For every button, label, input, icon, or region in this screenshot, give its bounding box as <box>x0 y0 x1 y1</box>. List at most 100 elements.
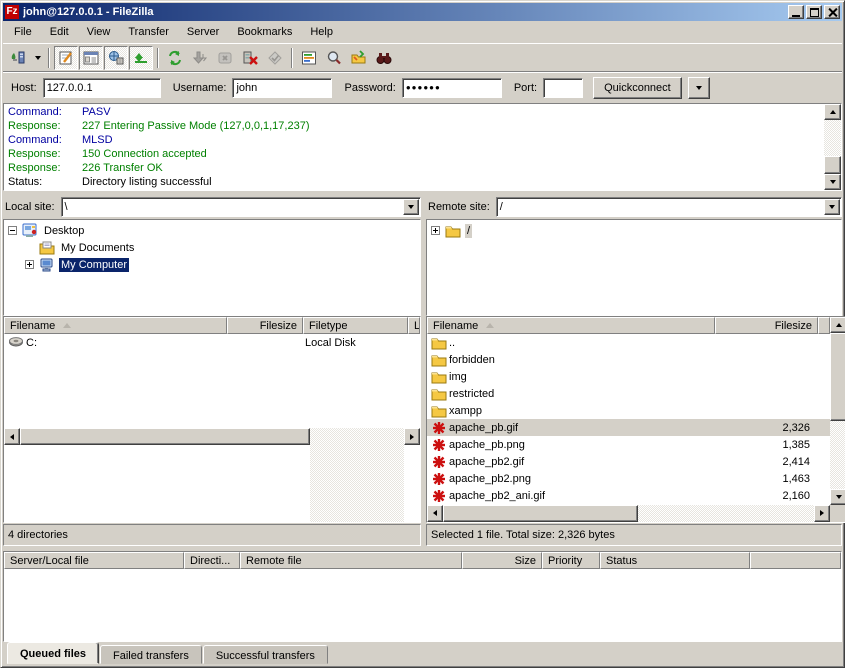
column-header-server-local-file[interactable]: Server/Local file <box>4 552 184 569</box>
menu-bookmarks[interactable]: Bookmarks <box>228 23 301 41</box>
queue-header: Server/Local file Directi... Remote file… <box>4 552 841 569</box>
column-header-priority[interactable]: Priority <box>542 552 600 569</box>
scroll-right-button[interactable] <box>404 428 420 445</box>
local-tree[interactable]: Desktop My Documents My Computer <box>3 219 421 316</box>
column-header-direction[interactable]: Directi... <box>184 552 240 569</box>
scroll-thumb[interactable] <box>443 505 638 522</box>
local-site-combo-button[interactable] <box>403 199 419 215</box>
file-row[interactable]: restricted <box>427 385 830 402</box>
synchronized-browsing-button[interactable] <box>372 46 396 70</box>
file-row[interactable]: apache_pb2.png 1,463 <box>427 470 830 487</box>
toggle-queue-button[interactable] <box>129 46 153 70</box>
file-row[interactable]: .. <box>427 334 830 351</box>
column-header-remote-file[interactable]: Remote file <box>240 552 462 569</box>
menu-file[interactable]: File <box>5 23 41 41</box>
file-row[interactable]: forbidden <box>427 351 830 368</box>
local-list-rows[interactable]: C: Local Disk <box>4 334 420 428</box>
scroll-up-button[interactable] <box>830 317 845 333</box>
scroll-up-button[interactable] <box>824 104 841 120</box>
file-row[interactable]: apache_pb.png 1,385 <box>427 436 830 453</box>
scroll-thumb[interactable] <box>830 333 845 421</box>
column-header-last-modified[interactable]: L <box>408 317 420 334</box>
file-row[interactable]: apache_pb2_ani.gif 2,160 <box>427 487 830 504</box>
scroll-thumb[interactable] <box>20 428 310 445</box>
site-manager-button[interactable] <box>6 46 30 70</box>
process-queue-button[interactable] <box>188 46 212 70</box>
menu-help[interactable]: Help <box>301 23 342 41</box>
close-button[interactable] <box>824 5 840 19</box>
scroll-left-button[interactable] <box>427 505 443 522</box>
scroll-track[interactable] <box>638 505 814 523</box>
scroll-track[interactable] <box>310 428 404 522</box>
password-input[interactable] <box>402 78 502 98</box>
port-input[interactable] <box>543 78 583 98</box>
tree-item-desktop[interactable]: Desktop <box>4 222 420 239</box>
remote-list-hscrollbar[interactable] <box>427 505 830 523</box>
menu-server[interactable]: Server <box>178 23 228 41</box>
tab-successful-transfers[interactable]: Successful transfers <box>203 645 328 664</box>
scroll-track[interactable] <box>824 120 841 156</box>
file-row[interactable]: xampp <box>427 402 830 419</box>
username-input[interactable] <box>232 78 332 98</box>
maximize-button[interactable] <box>806 5 822 19</box>
column-header-filler <box>818 317 830 334</box>
refresh-button[interactable] <box>163 46 187 70</box>
remote-site-combo[interactable]: / <box>496 197 842 217</box>
message-log-scrollbar[interactable] <box>824 104 841 190</box>
expand-expander-icon[interactable] <box>25 260 34 269</box>
column-header-filename[interactable]: Filename <box>427 317 715 334</box>
disconnect-button[interactable] <box>238 46 262 70</box>
column-header-filename[interactable]: Filename <box>4 317 227 334</box>
message-log-text[interactable]: Command:PASV Response:227 Entering Passi… <box>4 104 824 190</box>
quickconnect-dropdown-button[interactable] <box>688 77 710 99</box>
minimize-button[interactable] <box>788 5 804 19</box>
menu-transfer[interactable]: Transfer <box>119 23 178 41</box>
queue-rows[interactable] <box>4 569 841 641</box>
scroll-left-button[interactable] <box>4 428 20 445</box>
remote-tree[interactable]: / <box>426 219 842 316</box>
filter-button[interactable] <box>297 46 321 70</box>
scroll-down-button[interactable] <box>830 489 845 505</box>
file-name: forbidden <box>449 354 495 366</box>
local-list-hscrollbar[interactable] <box>4 428 420 522</box>
collapse-expander-icon[interactable] <box>8 226 17 235</box>
local-site-combo[interactable]: \ <box>61 197 421 217</box>
quickconnect-button[interactable]: Quickconnect <box>593 77 682 99</box>
menu-edit[interactable]: Edit <box>41 23 78 41</box>
tab-queued-files[interactable]: Queued files <box>7 642 99 664</box>
folder-icon <box>431 387 447 401</box>
tab-failed-transfers[interactable]: Failed transfers <box>100 645 202 664</box>
file-row-c-drive[interactable]: C: Local Disk <box>4 334 420 351</box>
tree-item-root[interactable]: / <box>427 222 841 239</box>
remote-site-combo-button[interactable] <box>824 199 840 215</box>
column-header-filesize[interactable]: Filesize <box>715 317 818 334</box>
host-input[interactable] <box>43 78 161 98</box>
scroll-right-button[interactable] <box>814 505 830 522</box>
expand-expander-icon[interactable] <box>431 226 440 235</box>
title-bar[interactable]: Fz john@127.0.0.1 - FileZilla <box>3 3 842 21</box>
scroll-track[interactable] <box>830 421 845 489</box>
directory-comparison-button[interactable] <box>347 46 371 70</box>
toggle-message-log-button[interactable] <box>54 46 78 70</box>
site-manager-dropdown-button[interactable] <box>31 46 44 70</box>
cancel-button[interactable] <box>213 46 237 70</box>
menu-view[interactable]: View <box>78 23 120 41</box>
reconnect-button[interactable] <box>263 46 287 70</box>
column-header-size[interactable]: Size <box>462 552 542 569</box>
tree-item-my-documents[interactable]: My Documents <box>4 239 420 256</box>
file-row[interactable]: apache_pb2.gif 2,414 <box>427 453 830 470</box>
scroll-left-icon <box>10 434 14 440</box>
column-header-filetype[interactable]: Filetype <box>303 317 408 334</box>
remote-list-vscrollbar[interactable] <box>830 317 845 522</box>
remote-list-rows[interactable]: .. forbidden img restricted <box>427 334 830 505</box>
scroll-down-button[interactable] <box>824 174 841 190</box>
find-files-button[interactable] <box>322 46 346 70</box>
file-row[interactable]: img <box>427 368 830 385</box>
tree-item-my-computer[interactable]: My Computer <box>4 256 420 273</box>
column-header-status[interactable]: Status <box>600 552 750 569</box>
toggle-remote-tree-button[interactable] <box>104 46 128 70</box>
column-header-filesize[interactable]: Filesize <box>227 317 303 334</box>
scroll-thumb[interactable] <box>824 156 841 174</box>
file-row-selected[interactable]: apache_pb.gif 2,326 <box>427 419 830 436</box>
toggle-local-tree-button[interactable] <box>79 46 103 70</box>
